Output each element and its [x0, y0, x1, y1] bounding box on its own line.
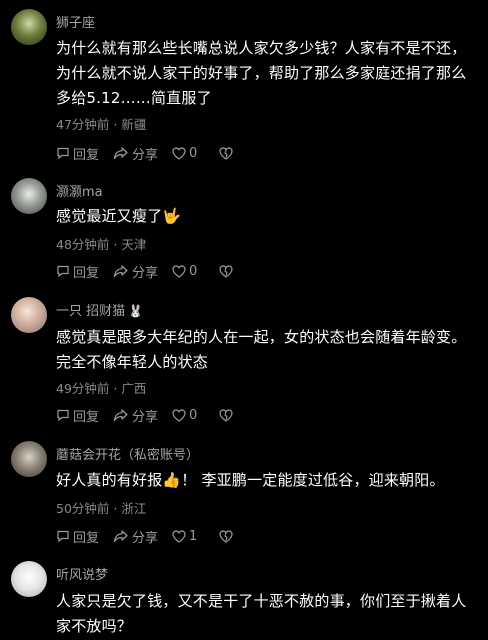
like-count: 1	[189, 528, 198, 544]
like-count: 0	[189, 407, 198, 423]
comment-time: 49分钟前	[56, 381, 110, 396]
reply-icon	[57, 147, 69, 160]
username[interactable]: 灏灏ma	[56, 181, 103, 200]
broken-heart-icon	[219, 264, 233, 278]
avatar[interactable]	[11, 441, 47, 477]
username[interactable]: 一只 招财猫 🐰	[56, 300, 143, 319]
comment-meta: 47分钟前 · 新疆	[56, 117, 147, 132]
comment-item: 听风说梦 人家只是欠了钱，又不是干了十恶不赦的事，你们至于揪着人 家不放吗？	[0, 552, 488, 640]
heart-icon	[172, 408, 186, 422]
like-button[interactable]: 1	[172, 529, 197, 544]
heart-icon	[172, 264, 186, 278]
share-icon	[113, 265, 128, 278]
heart-icon	[172, 529, 186, 543]
dislike-button[interactable]	[219, 264, 233, 278]
dislike-button[interactable]	[219, 529, 233, 543]
comment-item: 灏灏ma 感觉最近又瘦了🤟 48分钟前 · 天津 回复 分享 0	[0, 170, 488, 288]
share-button[interactable]: 分享	[113, 406, 158, 425]
like-button[interactable]: 0	[172, 408, 197, 423]
comment-text: 好人真的有好报👍！ 李亚鹏一定能度过低谷，迎来朝阳。	[56, 471, 445, 489]
reply-button[interactable]: 回复	[56, 262, 99, 281]
comment-text: 人家只是欠了钱，又不是干了十恶不赦的事，你们至于揪着人 家不放吗？	[56, 592, 467, 635]
reply-button[interactable]: 回复	[56, 144, 99, 163]
username[interactable]: 狮子座	[56, 12, 95, 31]
share-icon	[113, 409, 128, 422]
like-button[interactable]: 0	[172, 264, 197, 279]
share-button[interactable]: 分享	[113, 262, 158, 281]
comment-meta: 49分钟前 · 广西	[56, 381, 147, 396]
username[interactable]: 蘑菇会开花（私密账号）	[56, 444, 199, 463]
avatar[interactable]	[11, 9, 47, 45]
comment-meta: 50分钟前 · 浙江	[56, 501, 147, 516]
comment-text: 感觉真是跟多大年纪的人在一起，女的状态也会随着年龄变。 完全不像年轻人的状态	[56, 328, 467, 371]
avatar[interactable]	[11, 561, 47, 597]
comment-text: 感觉最近又瘦了🤟	[56, 207, 182, 225]
broken-heart-icon	[219, 529, 233, 543]
reply-icon	[57, 265, 69, 278]
avatar[interactable]	[11, 297, 47, 333]
comment-meta: 48分钟前 · 天津	[56, 237, 147, 252]
comment-item: 蘑菇会开花（私密账号） 好人真的有好报👍！ 李亚鹏一定能度过低谷，迎来朝阳。 5…	[0, 430, 488, 552]
avatar[interactable]	[11, 178, 47, 214]
comment-time: 48分钟前	[56, 237, 110, 252]
comment-actions: 回复 分享 0	[56, 144, 247, 163]
share-icon	[113, 147, 128, 160]
reply-button[interactable]: 回复	[56, 527, 99, 546]
comment-location: 新疆	[121, 117, 147, 132]
comment-location: 广西	[121, 381, 147, 396]
like-count: 0	[189, 145, 198, 161]
dislike-button[interactable]	[219, 146, 233, 160]
comment-item: 狮子座 为什么就有那么些长嘴总说人家欠多少钱？人家有不是不还， 为什么就不说人家…	[0, 0, 488, 170]
comment-item: 一只 招财猫 🐰 感觉真是跟多大年纪的人在一起，女的状态也会随着年龄变。 完全不像…	[0, 288, 488, 430]
share-icon	[113, 530, 128, 543]
comment-location: 浙江	[121, 501, 147, 516]
heart-icon	[172, 146, 186, 160]
comment-actions: 回复 分享 0	[56, 406, 247, 425]
comment-text: 为什么就有那么些长嘴总说人家欠多少钱？人家有不是不还， 为什么就不说人家干的好事…	[56, 39, 467, 107]
like-count: 0	[189, 263, 198, 279]
like-button[interactable]: 0	[172, 146, 197, 161]
rabbit-badge-icon: 🐰	[128, 304, 144, 318]
comment-actions: 回复 分享 1	[56, 527, 247, 546]
comment-location: 天津	[121, 237, 147, 252]
reply-button[interactable]: 回复	[56, 406, 99, 425]
share-button[interactable]: 分享	[113, 144, 158, 163]
reply-icon	[57, 530, 69, 543]
username[interactable]: 听风说梦	[56, 564, 108, 583]
dislike-button[interactable]	[219, 408, 233, 422]
broken-heart-icon	[219, 408, 233, 422]
comment-time: 50分钟前	[56, 501, 110, 516]
comment-actions: 回复 分享 0	[56, 262, 247, 281]
comment-time: 47分钟前	[56, 117, 110, 132]
broken-heart-icon	[219, 146, 233, 160]
reply-icon	[57, 409, 69, 422]
share-button[interactable]: 分享	[113, 527, 158, 546]
